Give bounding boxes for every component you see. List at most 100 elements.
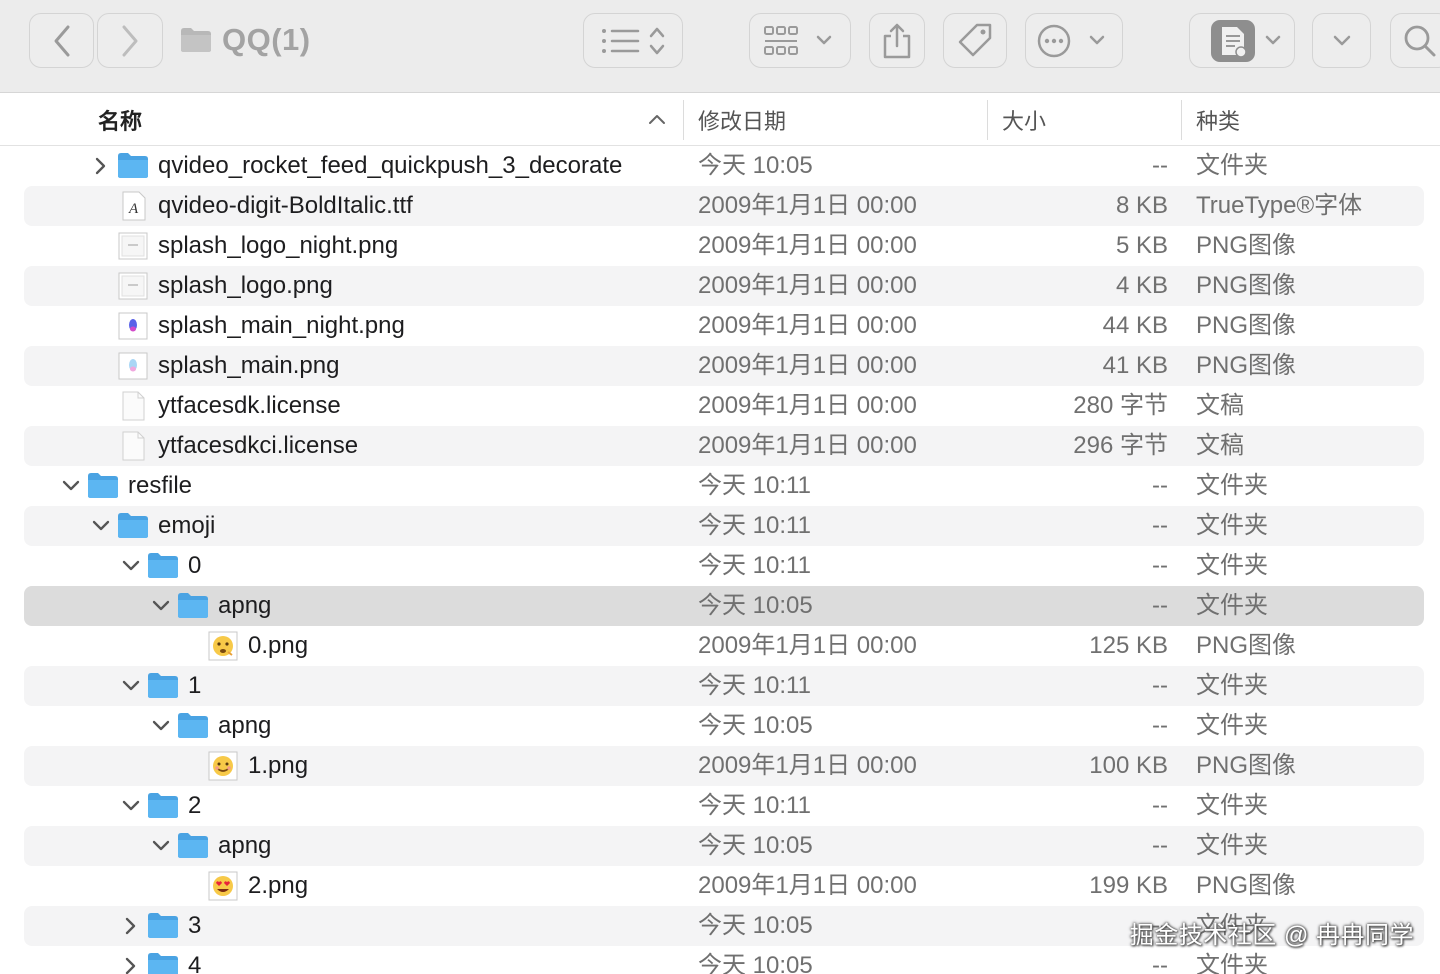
- list-item[interactable]: 1 今天 10:11 -- 文件夹: [0, 666, 1440, 706]
- file-kind: 文件夹: [1196, 512, 1268, 539]
- folder-icon: [177, 831, 209, 861]
- column-name[interactable]: 名称: [98, 94, 142, 146]
- file-name[interactable]: qvideo_rocket_feed_quickpush_3_decorate: [158, 146, 622, 186]
- file-kind: 文稿: [1196, 392, 1244, 419]
- more-actions-button[interactable]: [1025, 13, 1123, 68]
- disclosure-expanded-icon[interactable]: [120, 794, 142, 818]
- file-date: 今天 10:11: [698, 672, 811, 699]
- preview-button[interactable]: [1189, 13, 1295, 68]
- file-name[interactable]: resfile: [128, 466, 192, 506]
- file-kind: PNG图像: [1196, 312, 1297, 339]
- disclosure-expanded-icon[interactable]: [120, 674, 142, 698]
- disclosure-expanded-icon[interactable]: [150, 834, 172, 858]
- file-date: 2009年1月1日 00:00: [698, 192, 917, 219]
- list-item[interactable]: 2 今天 10:11 -- 文件夹: [0, 786, 1440, 826]
- sort-ascending-icon[interactable]: [647, 111, 667, 127]
- image-plain-icon: [117, 271, 149, 301]
- file-name[interactable]: emoji: [158, 506, 215, 546]
- disclosure-collapsed-icon[interactable]: [90, 154, 112, 178]
- group-button[interactable]: [749, 13, 851, 68]
- folder-icon: [147, 551, 179, 581]
- emoji-smile-icon: [207, 751, 239, 781]
- chevron-left-icon: [54, 25, 69, 56]
- list-item[interactable]: qvideo_rocket_feed_quickpush_3_decorate 今…: [0, 146, 1440, 186]
- file-name[interactable]: 3: [188, 906, 201, 946]
- window-title-text: QQ(1): [222, 22, 311, 57]
- file-name[interactable]: ytfacesdkci.license: [158, 426, 358, 466]
- list-item[interactable]: apng 今天 10:05 -- 文件夹: [0, 706, 1440, 746]
- file-name[interactable]: ytfacesdk.license: [158, 386, 341, 426]
- folder-icon: [181, 28, 211, 52]
- list-item[interactable]: splash_logo_night.png 2009年1月1日 00:00 5 KB…: [0, 226, 1440, 266]
- file-name[interactable]: 1: [188, 666, 201, 706]
- forward-button[interactable]: [97, 13, 163, 68]
- disclosure-expanded-icon[interactable]: [150, 714, 172, 738]
- column-divider: [1181, 100, 1182, 140]
- share-button[interactable]: [869, 13, 925, 68]
- back-button[interactable]: [29, 13, 94, 68]
- file-date: 今天 10:05: [698, 832, 813, 859]
- chevron-right-icon: [122, 25, 138, 56]
- disclosure-expanded-icon[interactable]: [90, 514, 112, 538]
- file-date: 2009年1月1日 00:00: [698, 872, 917, 899]
- file-name[interactable]: splash_logo_night.png: [158, 226, 398, 266]
- list-item[interactable]: 4 今天 10:05 -- 文件夹: [0, 946, 1440, 974]
- emoji-heart-eyes-icon: [207, 871, 239, 901]
- view-options-button[interactable]: [583, 13, 683, 68]
- list-item[interactable]: emoji 今天 10:11 -- 文件夹: [0, 506, 1440, 546]
- column-kind[interactable]: 种类: [1196, 94, 1240, 146]
- file-name[interactable]: 2: [188, 786, 201, 826]
- file-size: --: [1152, 152, 1168, 179]
- file-date: 今天 10:05: [698, 912, 813, 939]
- file-name[interactable]: 0.png: [248, 626, 308, 666]
- file-name[interactable]: qvideo-digit-BoldItalic.ttf: [158, 186, 413, 226]
- list-item[interactable]: ytfacesdk.license 2009年1月1日 00:00 280 字节 文稿: [0, 386, 1440, 426]
- list-item[interactable]: apng 今天 10:05 -- 文件夹: [0, 586, 1440, 626]
- file-kind: 文稿: [1196, 432, 1244, 459]
- file-name[interactable]: apng: [218, 586, 271, 626]
- file-name[interactable]: apng: [218, 826, 271, 866]
- disclosure-collapsed-icon[interactable]: [120, 914, 142, 938]
- document-icon: [117, 431, 149, 461]
- folder-icon: [117, 151, 149, 181]
- sort-dropdown-button[interactable]: [1312, 13, 1371, 68]
- list-item[interactable]: 0 今天 10:11 -- 文件夹: [0, 546, 1440, 586]
- file-name[interactable]: apng: [218, 706, 271, 746]
- list-item[interactable]: Aqvideo-digit-BoldItalic.ttf 2009年1月1日 00…: [0, 186, 1440, 226]
- file-kind: TrueType®字体: [1196, 192, 1363, 219]
- column-date[interactable]: 修改日期: [698, 94, 786, 146]
- file-name[interactable]: 1.png: [248, 746, 308, 786]
- file-name[interactable]: 4: [188, 946, 201, 974]
- disclosure-expanded-icon[interactable]: [120, 554, 142, 578]
- search-button[interactable]: [1390, 13, 1440, 68]
- file-date: 今天 10:05: [698, 152, 813, 179]
- disclosure-expanded-icon[interactable]: [60, 474, 82, 498]
- list-item[interactable]: ytfacesdkci.license 2009年1月1日 00:00 296 字节…: [0, 426, 1440, 466]
- window-title: QQ(1): [180, 22, 311, 58]
- tag-icon: [958, 23, 992, 56]
- column-size[interactable]: 大小: [1002, 94, 1046, 146]
- list-item[interactable]: splash_main_night.png 2009年1月1日 00:00 44 K…: [0, 306, 1440, 346]
- folder-icon: [87, 471, 119, 501]
- disclosure-expanded-icon[interactable]: [150, 594, 172, 618]
- search-icon: [1404, 25, 1436, 56]
- file-size: 5 KB: [1115, 232, 1168, 259]
- list-item[interactable]: apng 今天 10:05 -- 文件夹: [0, 826, 1440, 866]
- file-kind: PNG图像: [1196, 272, 1297, 299]
- file-name[interactable]: splash_main_night.png: [158, 306, 405, 346]
- disclosure-collapsed-icon[interactable]: [120, 954, 142, 974]
- file-size: --: [1152, 672, 1168, 699]
- list-item[interactable]: 2.png 2009年1月1日 00:00 199 KB PNG图像: [0, 866, 1440, 906]
- list-item[interactable]: 0.png 2009年1月1日 00:00 125 KB PNG图像: [0, 626, 1440, 666]
- document-icon: [117, 391, 149, 421]
- file-name[interactable]: 0: [188, 546, 201, 586]
- list-item[interactable]: resfile 今天 10:11 -- 文件夹: [0, 466, 1440, 506]
- file-name[interactable]: splash_main.png: [158, 346, 339, 386]
- list-item[interactable]: splash_logo.png 2009年1月1日 00:00 4 KB PNG图像: [0, 266, 1440, 306]
- file-name[interactable]: 2.png: [248, 866, 308, 906]
- file-name[interactable]: splash_logo.png: [158, 266, 333, 306]
- grid-icon: [764, 25, 832, 55]
- list-item[interactable]: splash_main.png 2009年1月1日 00:00 41 KB PNG图像: [0, 346, 1440, 386]
- tag-button[interactable]: [943, 13, 1007, 68]
- list-item[interactable]: 1.png 2009年1月1日 00:00 100 KB PNG图像: [0, 746, 1440, 786]
